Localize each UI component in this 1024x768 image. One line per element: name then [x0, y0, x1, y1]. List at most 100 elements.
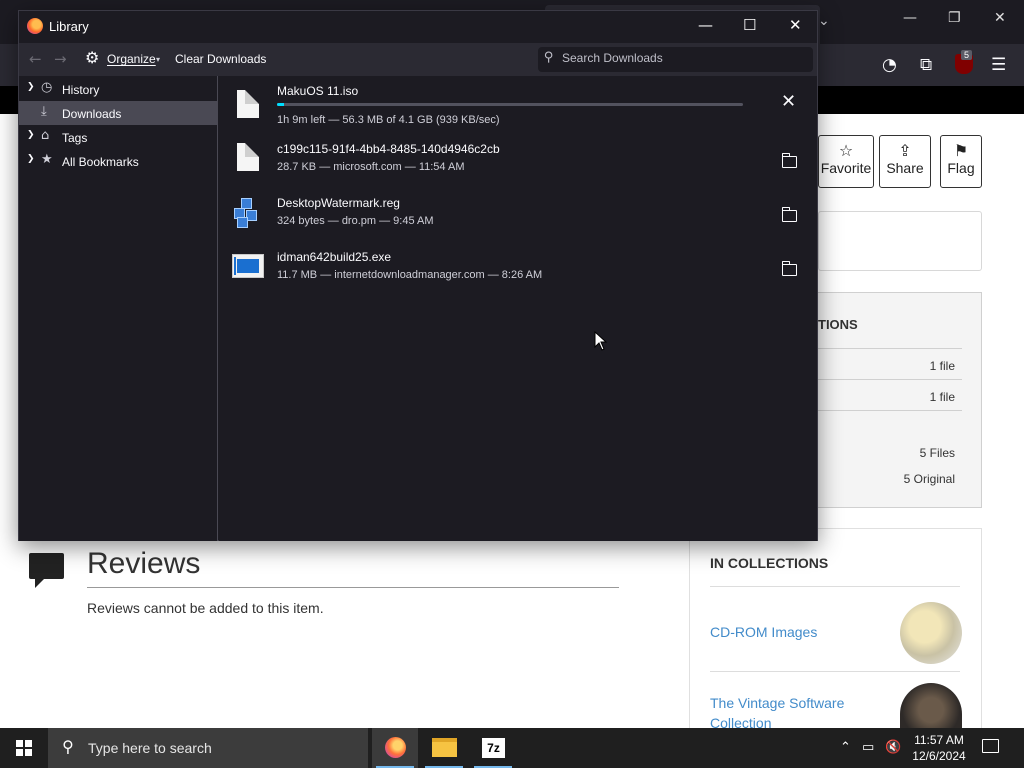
clock-time: 11:57 AM	[914, 733, 964, 747]
library-window: Library — ☐ ✕ ← → ⚙ Organize ▾ Clear Dow…	[18, 10, 818, 541]
operations-row: 5 Files	[919, 446, 955, 460]
library-titlebar[interactable]: Library — ☐ ✕	[19, 11, 817, 43]
divider	[710, 586, 960, 587]
sidebar-item-downloads[interactable]: ⤓ Downloads	[19, 101, 217, 125]
divider	[818, 379, 962, 380]
taskbar: ⚲ Type here to search 7z ⌃ ▭ 🔇 11:57 AM …	[0, 728, 1024, 768]
chevron-right-icon[interactable]: ❯	[27, 154, 35, 164]
download-name: MakuOS 11.iso	[277, 84, 359, 98]
taskbar-search-box[interactable]: ⚲ Type here to search	[48, 728, 368, 768]
notification-icon[interactable]	[982, 739, 999, 753]
download-progress-bar	[277, 103, 743, 106]
exe-file-icon	[232, 254, 264, 278]
download-status: 1h 9m left — 56.3 MB of 4.1 GB (939 KB/s…	[277, 114, 500, 126]
taskbar-7zip-button[interactable]: 7z	[470, 728, 516, 768]
close-button[interactable]: ✕	[789, 16, 802, 34]
firefox-icon	[385, 737, 406, 758]
operations-row: 1 file	[929, 359, 955, 373]
download-icon: ⤓	[41, 104, 47, 119]
browser-restore-button[interactable]: ❐	[948, 10, 961, 26]
download-item[interactable]: DesktopWatermark.reg 324 bytes — dro.pm …	[219, 186, 817, 240]
sidebar-item-all-bookmarks[interactable]: ❯ ★ All Bookmarks	[19, 149, 217, 173]
sidebar-item-label: All Bookmarks	[62, 155, 139, 169]
taskbar-file-explorer-button[interactable]	[421, 728, 467, 768]
maximize-button[interactable]: ☐	[743, 16, 756, 34]
library-toolbar: ← → ⚙ Organize ▾ Clear Downloads ⚲	[19, 43, 817, 76]
sidebar-item-label: History	[62, 83, 100, 97]
taskbar-clock[interactable]: 11:57 AM 12/6/2024	[902, 732, 976, 764]
taskbar-search-placeholder: Type here to search	[88, 740, 212, 756]
forward-arrow-icon[interactable]: →	[54, 50, 67, 68]
taskbar-firefox-button[interactable]	[372, 728, 418, 768]
folder-icon[interactable]	[781, 153, 797, 168]
search-icon: ⚲	[62, 737, 74, 756]
downloads-indicator-icon[interactable]: ◔	[882, 55, 897, 75]
clear-downloads-button[interactable]: Clear Downloads	[175, 52, 266, 66]
windows-logo-icon	[16, 740, 32, 756]
download-name: idman642build25.exe	[277, 250, 392, 264]
tag-icon: ⌂	[41, 128, 50, 143]
folder-icon[interactable]	[781, 261, 797, 276]
library-sidebar: ❯ ◷ History ⤓ Downloads ❯ ⌂ Tags ❯ ★ All…	[19, 76, 218, 541]
network-icon[interactable]: ▭	[862, 740, 874, 755]
mouse-cursor-icon	[594, 331, 608, 351]
cancel-download-button[interactable]: ✕	[781, 93, 796, 111]
chevron-right-icon[interactable]: ❯	[27, 130, 35, 140]
share-button[interactable]: ⇪ Share	[879, 135, 931, 188]
reviews-icon	[29, 553, 64, 588]
gear-icon[interactable]: ⚙	[85, 48, 99, 67]
download-item[interactable]: MakuOS 11.iso 1h 9m left — 56.3 MB of 4.…	[219, 76, 817, 132]
search-box[interactable]: ⚲	[538, 47, 813, 72]
file-icon	[237, 143, 259, 171]
minimize-button[interactable]: —	[698, 16, 713, 34]
clock-icon: ◷	[41, 80, 53, 95]
share-label: Share	[886, 160, 924, 176]
favorite-label: Favorite	[820, 160, 872, 176]
file-explorer-icon	[432, 738, 457, 757]
extension-badge: 5	[961, 50, 973, 60]
favorite-button[interactable]: ☆ Favorite	[818, 135, 874, 188]
registry-cube	[237, 217, 248, 228]
chevron-up-icon[interactable]: ⌃	[840, 740, 851, 755]
info-card	[818, 211, 982, 271]
divider	[710, 671, 960, 672]
flag-label: Flag	[947, 160, 975, 176]
chevron-right-icon[interactable]: ❯	[27, 82, 35, 92]
collection-thumbnail[interactable]	[900, 602, 962, 664]
start-button[interactable]	[0, 728, 48, 768]
flag-icon: ⚑	[953, 141, 969, 160]
sidebar-item-history[interactable]: ❯ ◷ History	[19, 77, 217, 101]
collection-link[interactable]: CD-ROM Images	[710, 622, 880, 642]
collections-title: IN COLLECTIONS	[710, 555, 829, 571]
menu-icon[interactable]: ☰	[991, 55, 1006, 75]
operations-title: TIONS	[818, 317, 858, 332]
divider	[87, 587, 619, 588]
sidebar-item-tags[interactable]: ❯ ⌂ Tags	[19, 125, 217, 149]
search-input[interactable]	[562, 51, 802, 65]
download-name: c199c115-91f4-4bb4-8485-140d4946c2cb	[277, 142, 500, 156]
folder-icon[interactable]	[781, 207, 797, 222]
sidebar-item-label: Tags	[62, 131, 88, 145]
7zip-icon: 7z	[482, 738, 505, 758]
flag-button[interactable]: ⚑ Flag	[940, 135, 982, 188]
list-all-tabs-icon[interactable]: ⌄	[818, 12, 830, 29]
file-icon	[237, 90, 259, 118]
volume-muted-icon[interactable]: 🔇	[885, 740, 901, 755]
browser-close-button[interactable]: ✕	[994, 10, 1006, 26]
download-status: 28.7 KB — microsoft.com — 11:54 AM	[277, 161, 465, 173]
progress-fill	[277, 103, 284, 106]
download-status: 11.7 MB — internetdownloadmanager.com — …	[277, 269, 543, 281]
reviews-title: Reviews	[87, 547, 201, 580]
operations-row: 5 Original	[903, 472, 955, 486]
share-icon: ⇪	[898, 141, 912, 160]
download-status: 324 bytes — dro.pm — 9:45 AM	[277, 215, 434, 227]
chevron-down-icon: ▾	[156, 55, 161, 64]
back-arrow-icon[interactable]: ←	[29, 50, 42, 68]
download-item[interactable]: c199c115-91f4-4bb4-8485-140d4946c2cb 28.…	[219, 132, 817, 186]
download-item[interactable]: idman642build25.exe 11.7 MB — internetdo…	[219, 240, 817, 294]
organize-button[interactable]: Organize	[107, 52, 156, 66]
extensions-icon[interactable]: ⧉	[920, 55, 932, 75]
browser-minimize-button[interactable]: —	[903, 10, 917, 26]
sidebar-item-label: Downloads	[62, 107, 122, 121]
collection-link[interactable]: The Vintage Software Collection	[710, 693, 880, 733]
